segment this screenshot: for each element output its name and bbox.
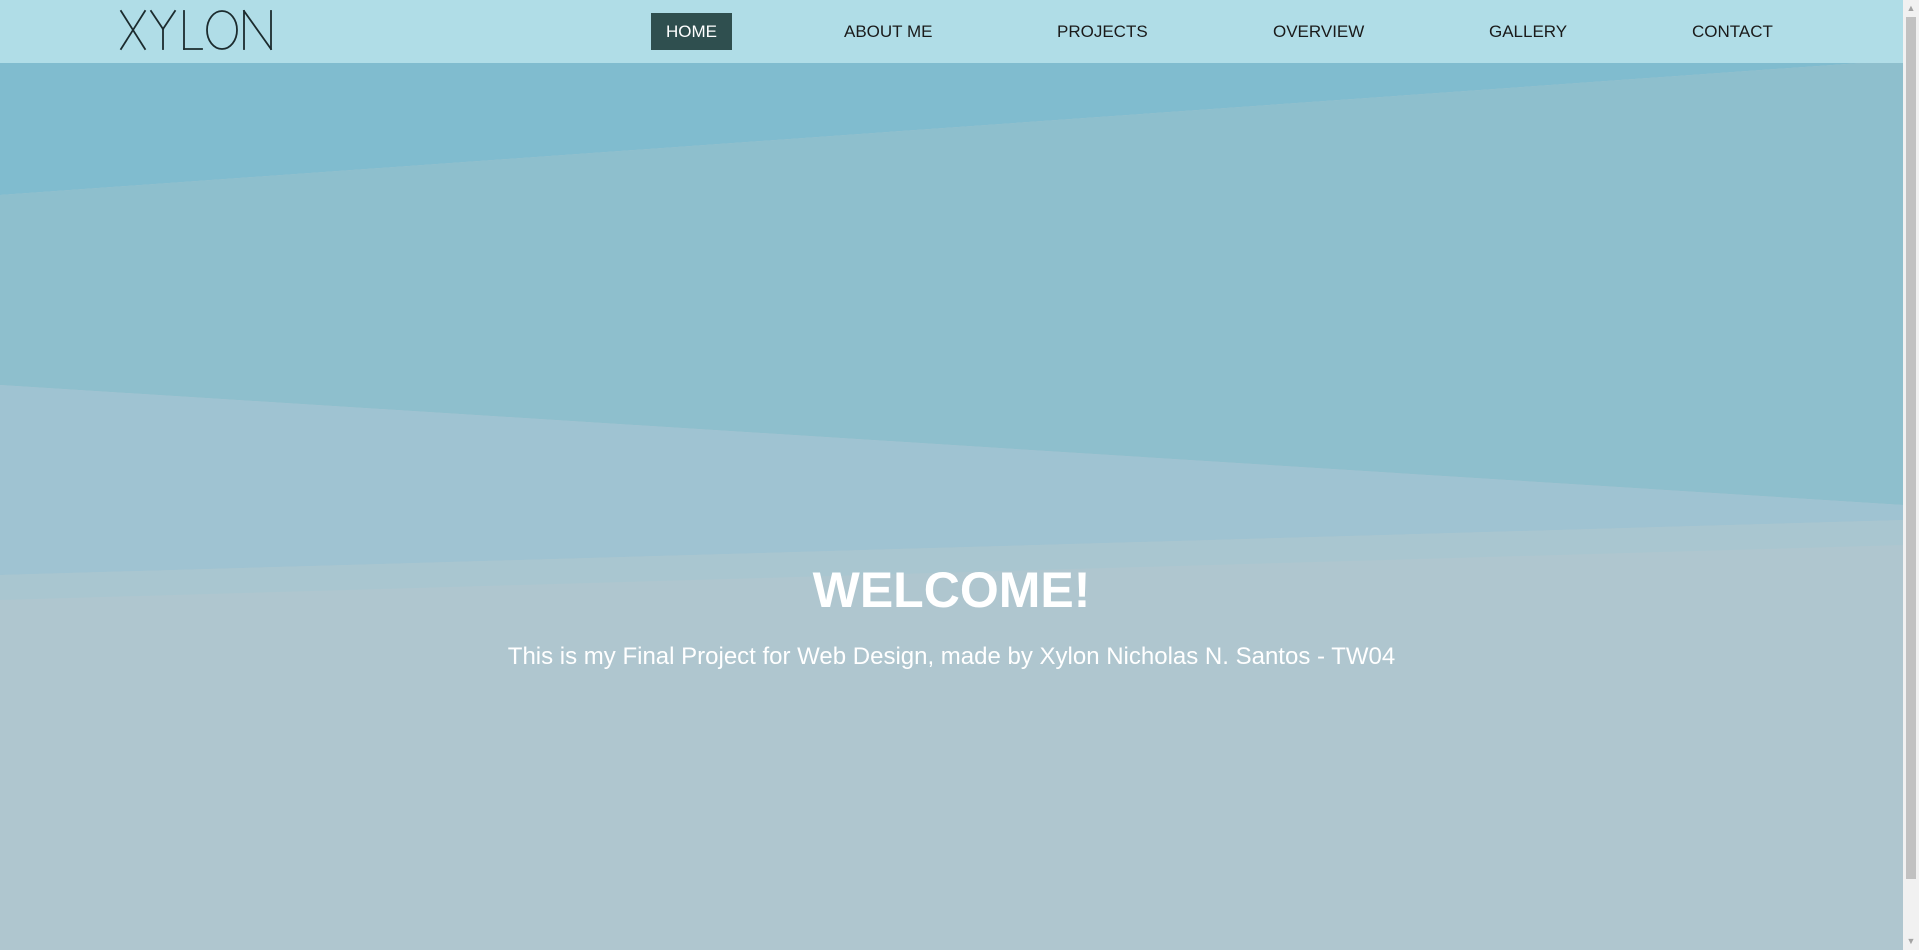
hero-background	[0, 0, 1903, 950]
scroll-down-arrow-icon[interactable]: ▼	[1903, 933, 1919, 950]
top-navbar: HOME ABOUT ME PROJECTS OVERVIEW GALLERY …	[0, 0, 1903, 63]
scrollbar-thumb[interactable]	[1906, 17, 1916, 879]
nav-about-me[interactable]: ABOUT ME	[844, 13, 932, 50]
vertical-scrollbar[interactable]: ▲ ▼	[1903, 0, 1919, 950]
site-logo[interactable]	[118, 5, 274, 55]
hero-background-image	[0, 0, 1903, 950]
nav-gallery[interactable]: GALLERY	[1489, 13, 1567, 50]
nav-overview[interactable]: OVERVIEW	[1273, 13, 1364, 50]
xylon-logo-wordmark	[119, 9, 273, 51]
nav-home[interactable]: HOME	[651, 13, 732, 50]
nav-projects[interactable]: PROJECTS	[1057, 13, 1148, 50]
nav-contact[interactable]: CONTACT	[1692, 13, 1773, 50]
page: HOME ABOUT ME PROJECTS OVERVIEW GALLERY …	[0, 0, 1919, 950]
hero-subtitle: This is my Final Project for Web Design,…	[507, 643, 1396, 670]
hero-title: WELCOME!	[812, 562, 1091, 618]
scroll-up-arrow-icon[interactable]: ▲	[1903, 0, 1919, 17]
